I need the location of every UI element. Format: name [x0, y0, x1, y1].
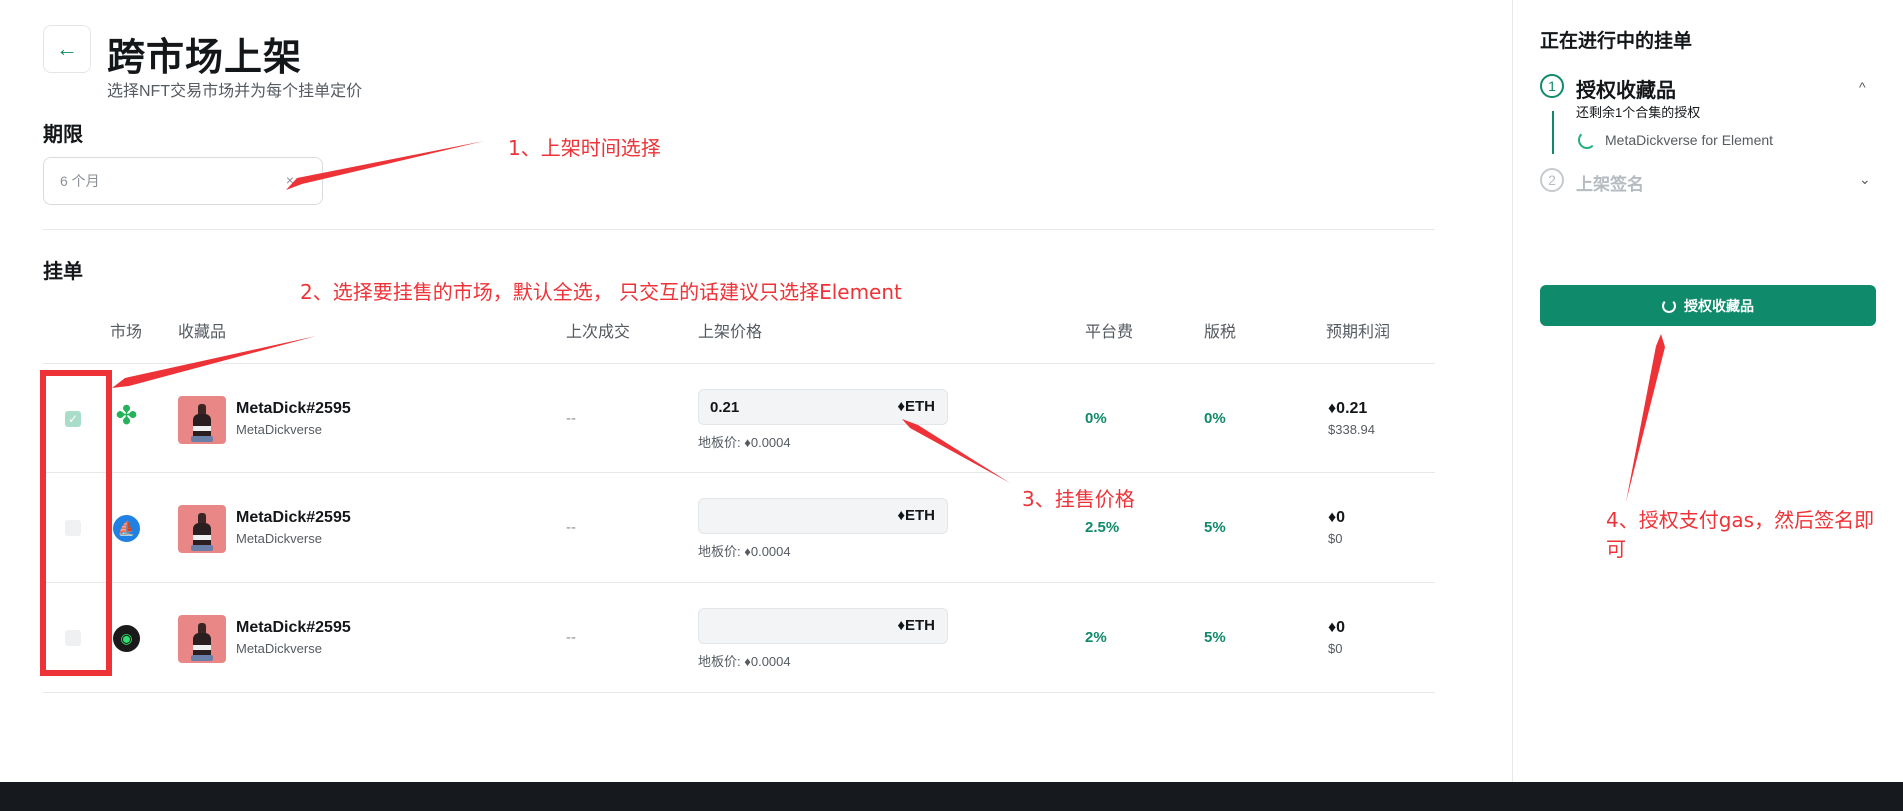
looksrare-market-icon: ◉ [113, 625, 140, 652]
chevron-up-icon[interactable]: ^ [1859, 79, 1866, 95]
nft-thumbnail [178, 615, 226, 663]
annotation-2: 2、选择要挂售的市场，默认全选， 只交互的话建议只选择Element [300, 280, 902, 304]
expected-profit-usd: $0 [1328, 641, 1343, 656]
eth-unit: ♦ETH [897, 398, 935, 415]
price-input[interactable]: ♦ETH [698, 608, 948, 644]
expected-profit-usd: $0 [1328, 531, 1343, 546]
platform-fee: 2% [1085, 629, 1107, 646]
step-1-title: 授权收藏品 [1576, 80, 1676, 102]
price-input[interactable]: 0.21 ♦ETH [698, 389, 948, 425]
divider [43, 229, 1435, 230]
approve-collection-button[interactable]: 授权收藏品 [1540, 285, 1876, 326]
page-subtitle: 选择NFT交易市场并为每个挂单定价 [107, 83, 363, 100]
step-2-indicator: 2 [1540, 168, 1564, 192]
opensea-market-icon: ⛵ [113, 515, 140, 542]
clear-icon[interactable]: × [286, 172, 294, 188]
table-row: ✓ ✤ MetaDick#2595 MetaDickverse -- 0.21 … [43, 363, 1435, 473]
chevron-down-icon[interactable]: ⌄ [1859, 171, 1871, 188]
floor-price: 地板价: ♦0.0004 [698, 435, 791, 450]
back-button[interactable]: ← [43, 25, 91, 73]
item-collection: MetaDickverse [236, 641, 322, 656]
step-connector [1552, 111, 1554, 154]
step-2-title: 上架签名 [1576, 175, 1644, 194]
listing-progress-sidebar: 正在进行中的挂单 1 授权收藏品 ^ 还剩余1个合集的授权 MetaDickve… [1512, 0, 1903, 782]
nft-thumbnail [178, 396, 226, 444]
loading-spinner-icon [1578, 131, 1596, 149]
royalty: 0% [1204, 410, 1226, 427]
duration-label: 期限 [43, 124, 83, 146]
nft-thumbnail [178, 505, 226, 553]
item-name: MetaDick#2595 [236, 400, 351, 417]
floor-price: 地板价: ♦0.0004 [698, 654, 791, 669]
pending-collection: MetaDickverse for Element [1605, 132, 1774, 148]
last-sale: -- [566, 519, 576, 536]
footer-bar [0, 782, 1903, 811]
eth-unit: ♦ETH [897, 507, 935, 524]
expected-profit: ♦0 [1328, 619, 1346, 636]
last-sale: -- [566, 629, 576, 646]
annotation-1: 1、上架时间选择 [508, 136, 661, 160]
expected-profit: ♦0.21 [1328, 400, 1368, 417]
table-row: ⛵ MetaDick#2595 MetaDickverse -- ♦ETH 地板… [43, 473, 1435, 583]
platform-fee: 2.5% [1085, 519, 1120, 536]
table-row: ◉ MetaDick#2595 MetaDickverse -- ♦ETH 地板… [43, 583, 1435, 693]
col-royalty: 版税 [1204, 324, 1237, 341]
step-1-subtitle: 还剩余1个合集的授权 [1576, 105, 1701, 120]
main-panel: ← 跨市场上架 选择NFT交易市场并为每个挂单定价 期限 6 个月 × 挂单 市… [0, 0, 1512, 782]
col-collectible: 收藏品 [178, 324, 227, 341]
page-title: 跨市场上架 [107, 37, 303, 79]
platform-fee: 0% [1085, 410, 1107, 427]
price-value: 0.21 [710, 399, 740, 416]
annotation-4: 4、授权支付gas，然后签名即 可 [1606, 508, 1875, 561]
col-last-sale: 上次成交 [566, 324, 631, 341]
annotation-highlight-box [40, 370, 112, 676]
listings-label: 挂单 [43, 261, 83, 283]
item-collection: MetaDickverse [236, 422, 322, 437]
loading-spinner-icon [1662, 298, 1676, 313]
floor-price: 地板价: ♦0.0004 [698, 544, 791, 559]
item-collection: MetaDickverse [236, 531, 322, 546]
col-list-price: 上架价格 [698, 324, 763, 341]
item-name: MetaDick#2595 [236, 509, 351, 526]
price-input[interactable]: ♦ETH [698, 498, 948, 534]
duration-value: 6 个月 [60, 173, 100, 189]
expected-profit-usd: $338.94 [1328, 422, 1375, 437]
approve-button-label: 授权收藏品 [1684, 297, 1754, 314]
step-1-indicator: 1 [1540, 74, 1564, 98]
col-platform-fee: 平台费 [1085, 324, 1134, 341]
sidebar-title: 正在进行中的挂单 [1540, 31, 1693, 52]
annotation-3: 3、挂售价格 [1022, 487, 1135, 511]
eth-unit: ♦ETH [897, 617, 935, 634]
expected-profit: ♦0 [1328, 509, 1346, 526]
royalty: 5% [1204, 519, 1226, 536]
duration-select[interactable]: 6 个月 × [43, 157, 323, 205]
arrow-left-icon: ← [56, 36, 78, 61]
col-expected-profit: 预期利润 [1326, 324, 1391, 341]
item-name: MetaDick#2595 [236, 619, 351, 636]
element-market-icon: ✤ [115, 400, 138, 430]
last-sale: -- [566, 410, 576, 427]
royalty: 5% [1204, 629, 1226, 646]
col-market: 市场 [110, 324, 143, 341]
